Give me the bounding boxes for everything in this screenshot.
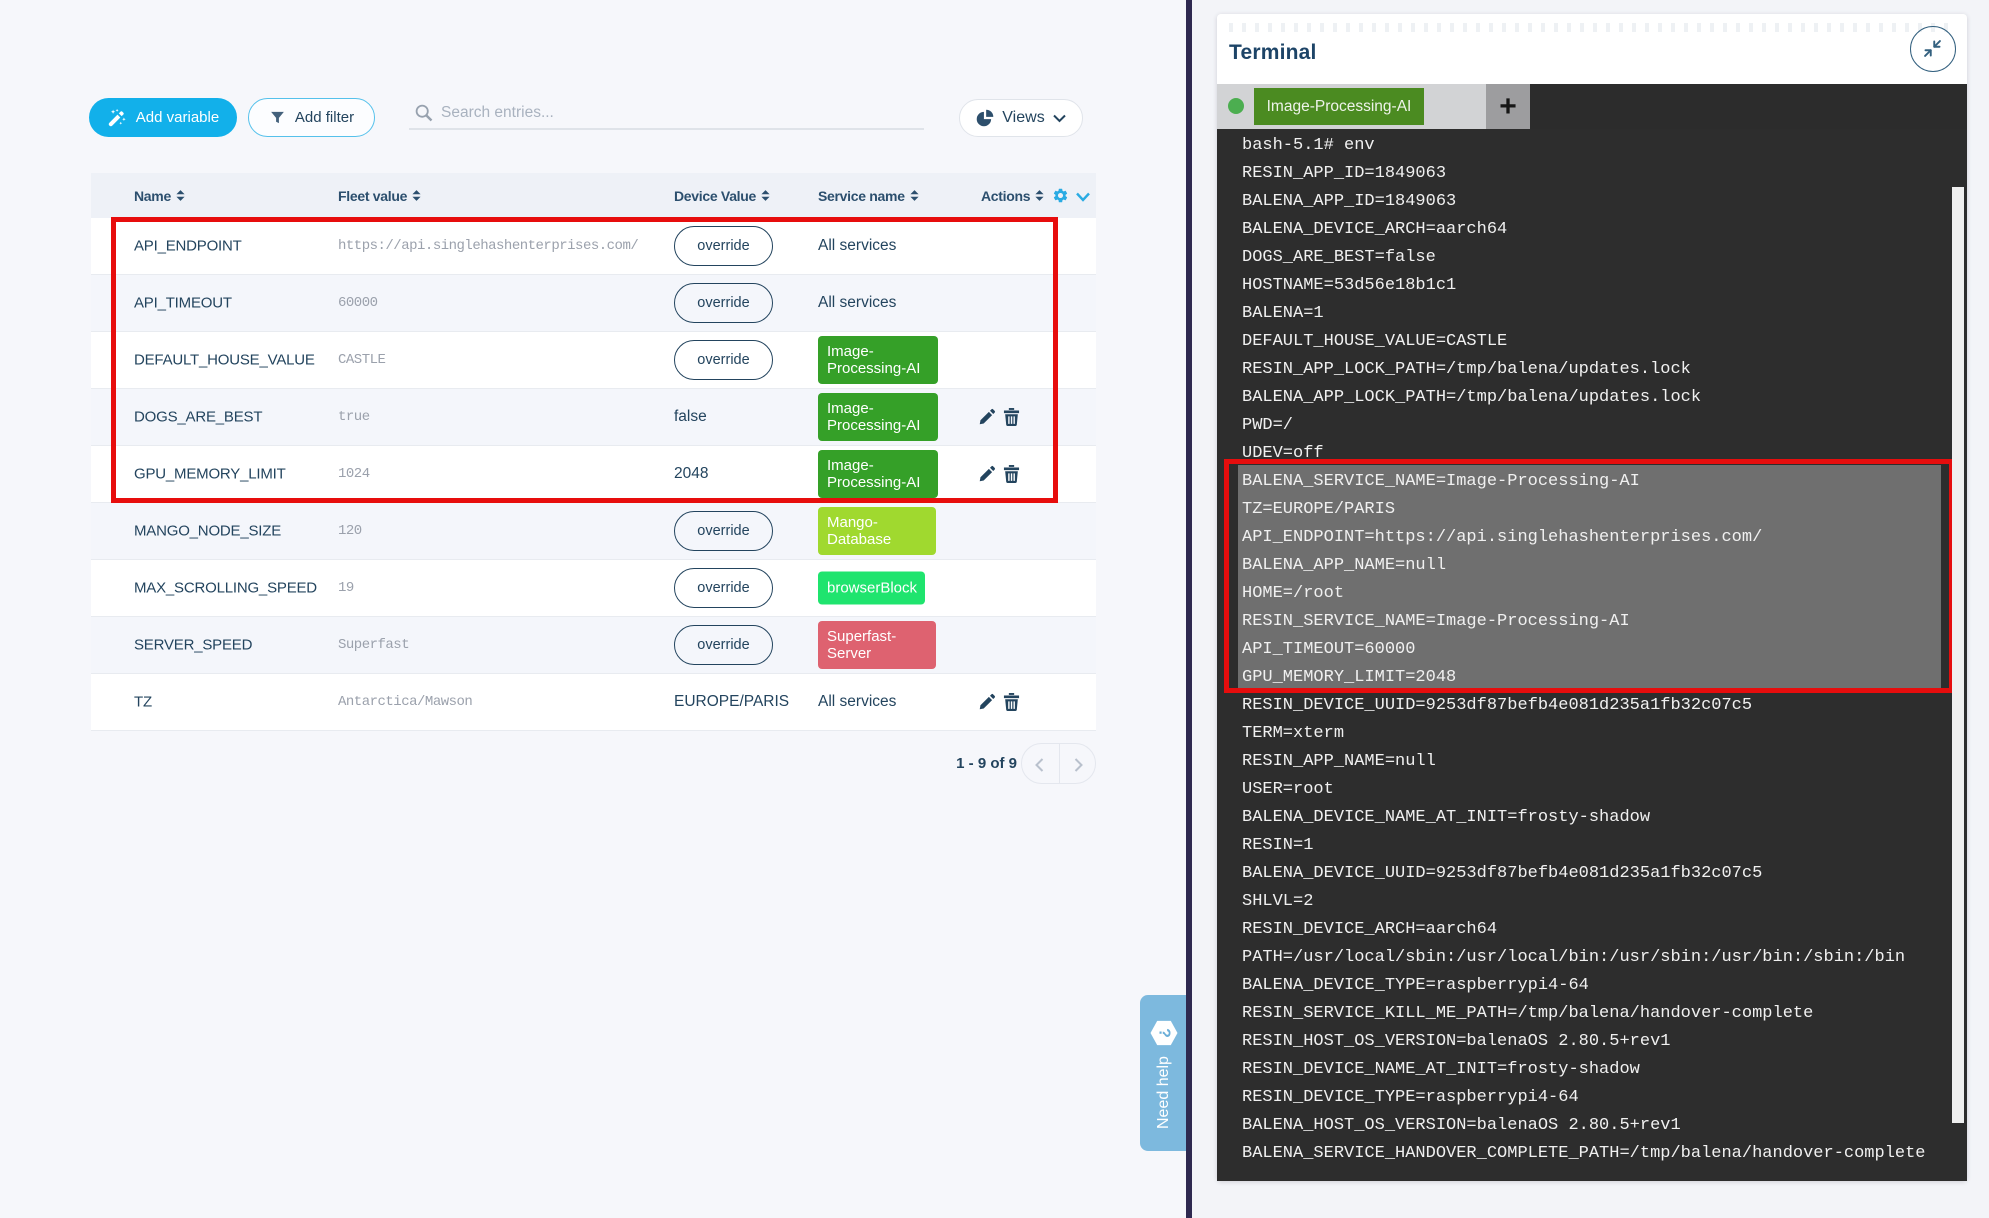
svg-text:?: ? bbox=[1156, 1028, 1173, 1038]
